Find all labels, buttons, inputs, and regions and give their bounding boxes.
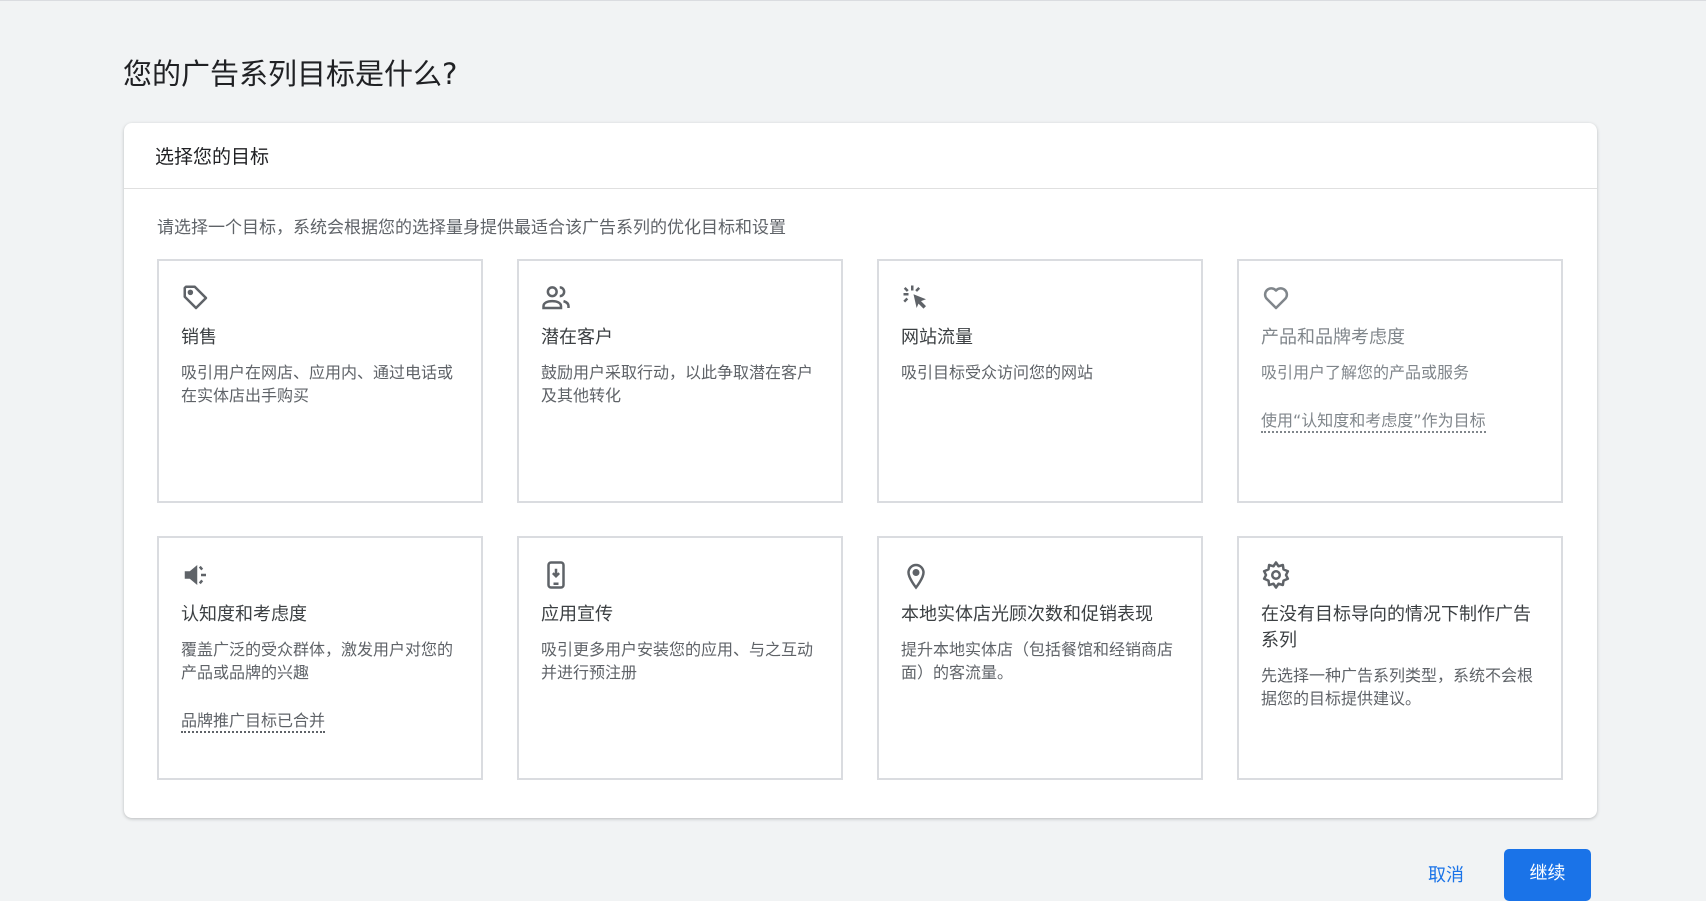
cancel-button[interactable]: 取消 [1428, 861, 1464, 887]
goal-description: 吸引目标受众访问您的网站 [901, 363, 1094, 382]
goal-card-local-store[interactable]: 本地实体店光顾次数和促销表现 提升本地实体店（包括餐馆和经销商店面）的客流量。 [877, 536, 1203, 780]
goal-description: 覆盖广泛的受众群体，激发用户对您的产品或品牌的兴趣 [181, 640, 454, 682]
goal-grid: 销售 吸引用户在网店、应用内、通过电话或在实体店出手购买 潜在客户 鼓励用户采取… [157, 259, 1563, 780]
goal-card-sales[interactable]: 销售 吸引用户在网店、应用内、通过电话或在实体店出手购买 [157, 259, 483, 503]
phone-download-icon [541, 560, 571, 590]
location-pin-icon [901, 560, 931, 590]
goal-title: 在没有目标导向的情况下制作广告系列 [1261, 604, 1531, 651]
goal-title: 应用宣传 [541, 604, 613, 625]
people-icon [541, 283, 571, 313]
goal-title: 产品和品牌考虑度 [1261, 327, 1405, 348]
goal-description: 提升本地实体店（包括餐馆和经销商店面）的客流量。 [901, 640, 1174, 682]
speaker-icon [181, 560, 211, 590]
goal-description: 鼓励用户采取行动，以此争取潜在客户及其他转化 [541, 363, 814, 405]
goal-card-app-promotion[interactable]: 应用宣传 吸引更多用户安装您的应用、与之互动并进行预注册 [517, 536, 843, 780]
gear-icon [1261, 560, 1291, 590]
continue-button[interactable]: 继续 [1504, 849, 1591, 901]
panel-subtitle: 请选择一个目标，系统会根据您的选择量身提供最适合该广告系列的优化目标和设置 [157, 218, 786, 238]
goal-title: 本地实体店光顾次数和促销表现 [901, 604, 1153, 625]
goal-title: 网站流量 [901, 327, 973, 348]
goal-description: 吸引用户了解您的产品或服务 [1261, 363, 1470, 382]
panel-header: 选择您的目标 [124, 123, 1597, 189]
use-awareness-link[interactable]: 使用“认知度和考虑度”作为目标 [1261, 411, 1486, 433]
goal-description: 吸引用户在网店、应用内、通过电话或在实体店出手购买 [181, 363, 454, 405]
cursor-click-icon [901, 283, 931, 313]
goal-panel: 选择您的目标 请选择一个目标，系统会根据您的选择量身提供最适合该广告系列的优化目… [124, 123, 1597, 818]
goal-title: 潜在客户 [541, 327, 613, 348]
goal-card-website-traffic[interactable]: 网站流量 吸引目标受众访问您的网站 [877, 259, 1203, 503]
goal-card-leads[interactable]: 潜在客户 鼓励用户采取行动，以此争取潜在客户及其他转化 [517, 259, 843, 503]
goal-card-brand-consideration[interactable]: 产品和品牌考虑度 吸引用户了解您的产品或服务 使用“认知度和考虑度”作为目标 [1237, 259, 1563, 503]
tag-icon [181, 283, 211, 313]
goal-title: 认知度和考虑度 [181, 604, 307, 625]
heart-icon [1261, 283, 1291, 313]
goal-card-no-goal[interactable]: 在没有目标导向的情况下制作广告系列 先选择一种广告系列类型，系统不会根据您的目标… [1237, 536, 1563, 780]
page-title: 您的广告系列目标是什么? [123, 57, 458, 91]
goal-description: 吸引更多用户安装您的应用、与之互动并进行预注册 [541, 640, 814, 682]
brand-goals-merged-link[interactable]: 品牌推广目标已合并 [181, 711, 326, 733]
goal-card-awareness[interactable]: 认知度和考虑度 覆盖广泛的受众群体，激发用户对您的产品或品牌的兴趣 品牌推广目标… [157, 536, 483, 780]
goal-title: 销售 [181, 327, 217, 348]
goal-description: 先选择一种广告系列类型，系统不会根据您的目标提供建议。 [1261, 666, 1534, 708]
